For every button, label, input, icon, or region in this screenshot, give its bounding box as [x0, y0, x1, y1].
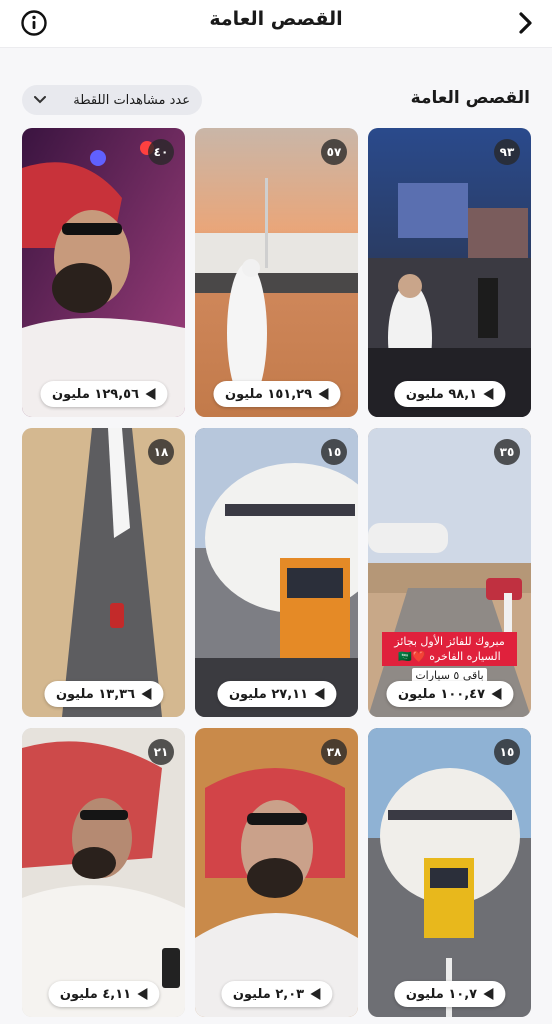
story-number-badge: ٣٥ [494, 439, 520, 465]
story-card[interactable]: ١٨ ١٣,٣٦ مليون [22, 428, 185, 717]
story-number-badge: ١٨ [148, 439, 174, 465]
sort-label: عدد مشاهدات اللقطة [73, 92, 190, 108]
story-number-badge: ٢١ [148, 739, 174, 765]
story-card[interactable]: ٩٣ ٩٨,١ مليون [368, 128, 531, 417]
story-card[interactable]: ٣٨ ٢,٠٣ مليون [195, 728, 358, 1017]
story-card[interactable]: ٤٠ ١٢٩,٥٦ مليون [22, 128, 185, 417]
play-icon [483, 988, 494, 1000]
views-count: ١٢٩,٥٦ مليون [51, 386, 140, 402]
views-count: ٤,١١ مليون [59, 986, 132, 1002]
story-thumbnail [195, 128, 358, 417]
views-pill: ٤,١١ مليون [47, 981, 160, 1007]
story-thumbnail [22, 428, 185, 717]
views-count: ١٥١,٢٩ مليون [224, 386, 313, 402]
chevron-down-icon [34, 96, 46, 104]
section-title: القصص العامة [410, 88, 530, 108]
play-icon [137, 988, 148, 1000]
story-card[interactable]: مبروك للفائز الأول بجائز السياره الفاخره… [368, 428, 531, 717]
views-pill: ١٢٩,٥٦ مليون [39, 381, 168, 407]
story-card[interactable]: ١٥ ١٠,٧ مليون [368, 728, 531, 1017]
views-count: ١٠٠,٤٧ مليون [397, 686, 486, 702]
views-pill: ٢,٠٣ مليون [220, 981, 333, 1007]
play-icon [145, 388, 156, 400]
story-thumbnail [195, 428, 358, 717]
story-thumbnail [22, 128, 185, 417]
views-count: ٩٨,١ مليون [405, 386, 478, 402]
story-overlay-text: مبروك للفائز الأول بجائز السياره الفاخره… [382, 632, 517, 666]
play-icon [314, 688, 325, 700]
story-thumbnail [195, 728, 358, 1017]
story-card[interactable]: ٢١ ٤,١١ مليون [22, 728, 185, 1017]
play-icon [310, 988, 321, 1000]
story-thumbnail [22, 728, 185, 1017]
top-bar: القصص العامة [0, 0, 552, 48]
story-number-badge: ١٥ [321, 439, 347, 465]
views-count: ٢,٠٣ مليون [232, 986, 305, 1002]
story-card[interactable]: ٥٧ ١٥١,٢٩ مليون [195, 128, 358, 417]
views-count: ٢٧,١١ مليون [228, 686, 309, 702]
info-icon [21, 10, 47, 36]
play-icon [318, 388, 329, 400]
story-number-badge: ٩٣ [494, 139, 520, 165]
views-pill: ١٣,٣٦ مليون [43, 681, 164, 707]
play-icon [491, 688, 502, 700]
sort-dropdown[interactable]: عدد مشاهدات اللقطة [22, 85, 202, 115]
page-title: القصص العامة [209, 8, 343, 30]
play-icon [483, 388, 494, 400]
views-count: ١٣,٣٦ مليون [55, 686, 136, 702]
story-number-badge: ٣٨ [321, 739, 347, 765]
story-number-badge: ٤٠ [148, 139, 174, 165]
story-thumbnail [368, 128, 531, 417]
views-pill: ٩٨,١ مليون [393, 381, 506, 407]
views-pill: ١٠٠,٤٧ مليون [385, 681, 514, 707]
views-pill: ١٥١,٢٩ مليون [212, 381, 341, 407]
story-number-badge: ٥٧ [321, 139, 347, 165]
play-icon [141, 688, 152, 700]
views-count: ١٠,٧ مليون [405, 986, 478, 1002]
story-card[interactable]: ١٥ ٢٧,١١ مليون [195, 428, 358, 717]
views-pill: ١٠,٧ مليون [393, 981, 506, 1007]
info-button[interactable] [20, 9, 48, 37]
story-thumbnail [368, 728, 531, 1017]
stories-grid: ٩٣ ٩٨,١ مليون ٥٧ ١٥١,٢٩ مليون ٤٠ ١٢٩,٥٦ … [22, 128, 531, 1017]
story-number-badge: ١٥ [494, 739, 520, 765]
views-pill: ٢٧,١١ مليون [216, 681, 337, 707]
